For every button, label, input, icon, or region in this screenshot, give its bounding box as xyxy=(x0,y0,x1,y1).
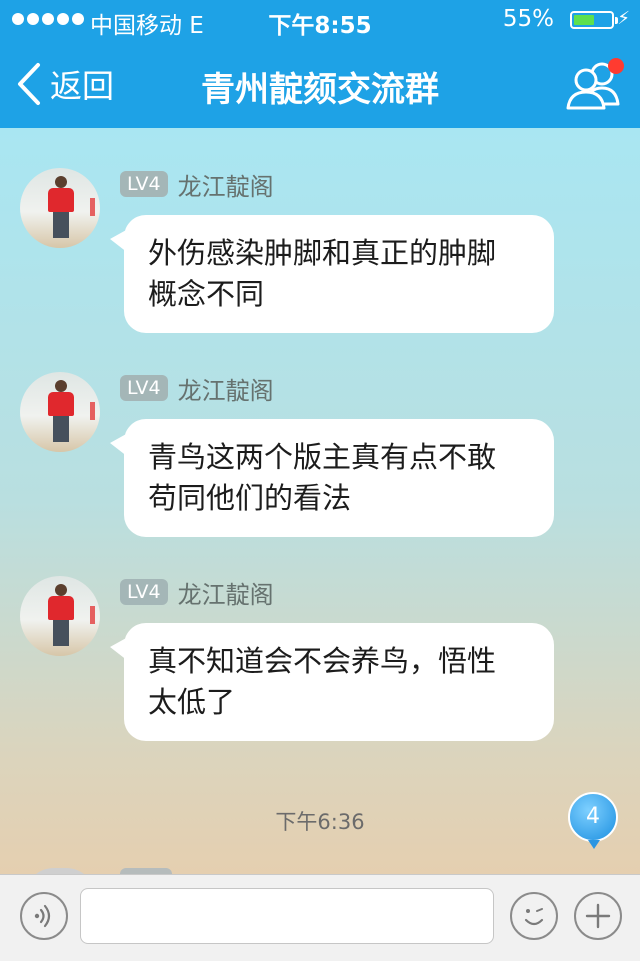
status-bar: 中国移动 E 下午8:55 55% ⚡ xyxy=(0,0,640,40)
unread-count: 4 xyxy=(586,804,600,829)
more-button[interactable] xyxy=(574,892,622,940)
message-text-line: 外伤感染肿脚和真正的肿脚 xyxy=(148,236,497,270)
plus-icon xyxy=(585,903,611,929)
page-title: 青州靛颏交流群 xyxy=(201,70,439,110)
message-text-line: 真不知道会不会养鸟，悟性 xyxy=(148,644,497,678)
chat-area[interactable]: LV4 龙江靛阁 外伤感染肿脚和真正的肿脚 概念不同 LV4 龙江靛阁 青鸟这两… xyxy=(0,128,640,874)
group-members-button[interactable] xyxy=(562,54,626,114)
nav-bar: 返回 青州靛颏交流群 xyxy=(0,40,640,128)
level-badge: LV4 xyxy=(120,579,168,605)
message-meta: LV4 龙江靛阁 xyxy=(120,371,274,406)
message-bubble[interactable]: 外伤感染肿脚和真正的肿脚 概念不同 xyxy=(110,215,554,333)
battery-fill xyxy=(574,15,594,25)
message-bubble[interactable]: 青鸟这两个版主真有点不敢 苟同他们的看法 xyxy=(110,419,554,537)
unread-count-badge[interactable]: 4 xyxy=(568,792,618,849)
battery-icon xyxy=(570,11,618,29)
sender-name[interactable]: 龙江靛阁 xyxy=(178,371,274,406)
message-text-line: 苟同他们的看法 xyxy=(148,481,352,515)
message-text-line: 概念不同 xyxy=(148,277,265,311)
notification-dot xyxy=(608,58,624,74)
back-button[interactable]: 返回 xyxy=(14,60,114,108)
back-label: 返回 xyxy=(50,67,115,105)
charging-icon: ⚡ xyxy=(617,8,630,29)
avatar[interactable] xyxy=(20,168,100,248)
message-text-line: 青鸟这两个版主真有点不敢 xyxy=(148,440,497,474)
input-bar xyxy=(0,874,640,961)
message-input[interactable] xyxy=(80,888,494,944)
emoji-icon xyxy=(524,908,544,926)
level-badge: LV4 xyxy=(120,375,168,401)
message-meta: LV4 龙江靛阁 xyxy=(120,167,274,202)
voice-button[interactable] xyxy=(20,892,68,940)
battery-percent: 55% xyxy=(502,6,554,32)
message-timestamp: 下午6:36 xyxy=(275,810,365,834)
sender-name[interactable]: 龙江靛阁 xyxy=(178,167,274,202)
chevron-left-icon xyxy=(18,63,40,105)
avatar[interactable] xyxy=(20,576,100,656)
voice-icon xyxy=(34,904,51,928)
level-badge: LV4 xyxy=(120,171,168,197)
message-text-line: 太低了 xyxy=(148,685,236,719)
message-bubble[interactable]: 真不知道会不会养鸟，悟性 太低了 xyxy=(110,623,554,741)
avatar[interactable] xyxy=(20,372,100,452)
sender-name[interactable]: 龙江靛阁 xyxy=(178,575,274,610)
emoji-button[interactable] xyxy=(510,892,558,940)
message-meta: LV4 龙江靛阁 xyxy=(120,575,274,610)
